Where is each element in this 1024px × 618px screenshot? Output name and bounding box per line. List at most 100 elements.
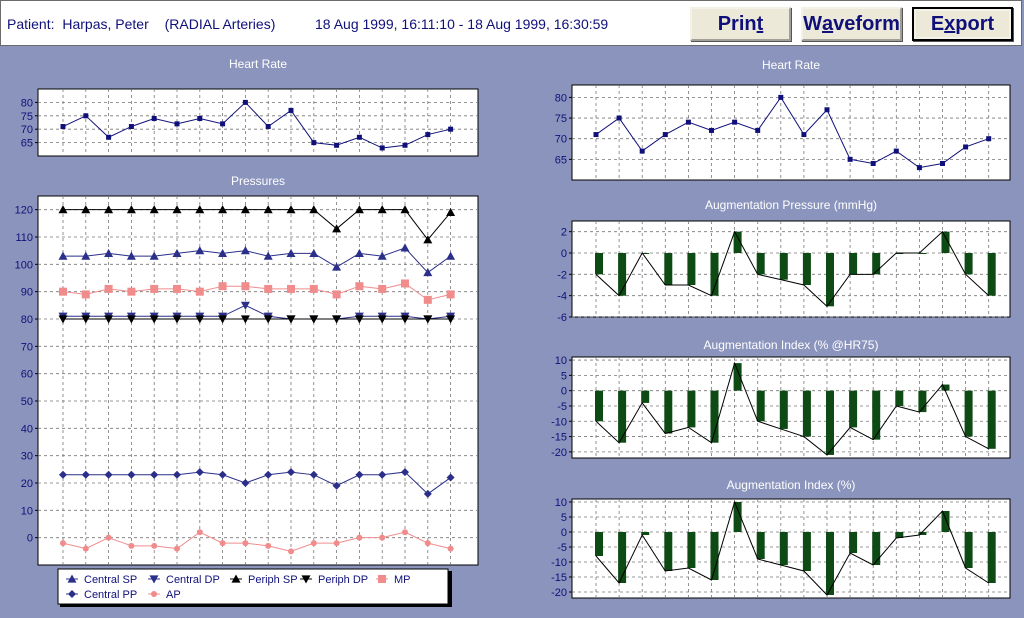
- aug_index_hr75-ytick-label: -20: [551, 447, 567, 459]
- aug_index-ytick-label: -10: [551, 557, 567, 569]
- hr_left-ytick-label: 70: [21, 124, 33, 136]
- aug_pressure-bar: [964, 253, 973, 275]
- aug_pressure-ytick-label: 0: [561, 248, 567, 260]
- aug_pressure-bar: [756, 253, 765, 275]
- aug_index_hr75-bar: [964, 390, 973, 437]
- hr_right-point: [685, 119, 691, 125]
- hr_left-point: [402, 142, 408, 148]
- aug_pressure-bar: [664, 253, 673, 285]
- pressures-ytick-label: 70: [21, 341, 33, 353]
- aug_index-ytick-label: -5: [557, 542, 567, 554]
- aug_index-bar: [595, 532, 603, 556]
- pressures-point: [104, 284, 113, 293]
- hr_left-point: [83, 113, 89, 119]
- pressures-point: [287, 284, 295, 293]
- hr_left-point: [379, 145, 385, 151]
- pressures-point: [218, 282, 227, 291]
- aug_index_hr75-bar: [826, 390, 834, 455]
- pressures-ytick-label: 40: [21, 423, 33, 435]
- pressures-point: [264, 284, 273, 293]
- legend-swatch-marker: [378, 575, 386, 583]
- pressures-point: [333, 540, 340, 547]
- legend-entry: Central DP: [166, 574, 220, 586]
- hr_right-point: [916, 165, 922, 171]
- legend-entry: Periph DP: [318, 574, 368, 586]
- hr_right-point: [824, 107, 830, 113]
- hr_left-point: [448, 126, 454, 132]
- hr_left-point: [334, 142, 340, 148]
- aug_index_hr75-bar: [756, 390, 765, 422]
- hr_right-point: [662, 132, 668, 138]
- pressures-point: [379, 534, 386, 541]
- aug_index_hr75-bar: [618, 390, 627, 443]
- hr_right-point: [732, 119, 738, 125]
- hr_right-point: [801, 132, 807, 138]
- legend-entry: AP: [166, 589, 181, 601]
- aug_pressure-bar: [710, 253, 719, 296]
- hr_left-point: [242, 99, 248, 105]
- aug_index-bar: [826, 532, 834, 595]
- hr_left-ytick-label: 75: [21, 111, 33, 123]
- aug_index-bar: [687, 532, 696, 568]
- hr_left-point: [128, 124, 134, 130]
- pressures-ytick-label: 90: [21, 287, 33, 299]
- pressures-ytick-label: 20: [21, 478, 33, 490]
- aug_index-bar: [664, 532, 673, 571]
- aug_index_hr75-plot-area: [571, 356, 1011, 459]
- pressures-point: [309, 284, 318, 293]
- charts-canvas: Heart Rate65707580Pressures0102030405060…: [15, 57, 1011, 607]
- hr_right-point: [940, 160, 945, 166]
- hr_right-ytick-label: 70: [555, 134, 567, 146]
- aug_index_hr75-bar: [895, 390, 904, 406]
- pressures-ytick-label: 50: [21, 396, 33, 408]
- pressures-point: [82, 545, 89, 552]
- aug_pressure-ytick-label: 2: [561, 227, 567, 239]
- legend-entry: Central PP: [84, 589, 137, 601]
- pressures-point: [355, 282, 364, 291]
- hr_left-point: [265, 124, 271, 130]
- hr_right-point: [593, 132, 599, 138]
- aug_index_hr75-bar: [595, 390, 603, 422]
- aug_index_hr75-bar: [664, 390, 673, 434]
- aug_pressure-ytick-label: -2: [557, 269, 567, 281]
- aug_index_hr75-ytick-label: 10: [555, 355, 567, 367]
- hr_left-point: [60, 124, 66, 130]
- hr_left-point: [311, 140, 317, 146]
- hr_left-point: [174, 121, 180, 127]
- aug_index-bar: [964, 532, 973, 568]
- pressures-point: [59, 287, 67, 296]
- pressures-ytick-label: 0: [27, 533, 33, 545]
- pressures-point: [241, 282, 250, 291]
- pressures-point: [424, 540, 431, 547]
- hr_right-point: [639, 148, 645, 154]
- aug_index_hr75-bar: [802, 390, 811, 437]
- aug_index_hr75-bar: [987, 390, 996, 449]
- pressures-point: [128, 542, 135, 549]
- pressures-point: [378, 284, 387, 293]
- pressures-point: [401, 279, 409, 288]
- pressures-point: [60, 540, 66, 547]
- aug_pressure-bar: [779, 253, 788, 280]
- pressures-ytick-label: 110: [15, 232, 33, 244]
- hr_right-point: [755, 127, 761, 133]
- aug_index_hr75-ytick-label: 0: [561, 386, 567, 398]
- pressures-point: [151, 542, 158, 549]
- pressures-point: [446, 290, 455, 299]
- aug_pressure-ytick-label: -4: [557, 291, 567, 303]
- hr_right-point: [963, 144, 969, 150]
- aug_pressure-bar: [987, 253, 996, 296]
- aug_index-ytick-label: 0: [561, 527, 567, 539]
- hr_right-point: [847, 156, 853, 162]
- pressures-point: [402, 529, 408, 536]
- hr_right-point: [616, 115, 622, 121]
- aug_index-bar: [618, 532, 627, 583]
- aug_index_hr75-ytick-label: -15: [551, 432, 567, 444]
- pressures-point: [105, 534, 112, 541]
- aug_index_hr75-bar: [872, 390, 881, 440]
- pressures-plot-area: [37, 195, 479, 566]
- aug_pressure-title: Augmentation Pressure (mmHg): [705, 198, 877, 212]
- pressures-point: [242, 540, 249, 547]
- aug_index-ytick-label: 5: [561, 512, 567, 524]
- hr_left-point: [220, 121, 226, 127]
- pressures-point: [356, 534, 363, 541]
